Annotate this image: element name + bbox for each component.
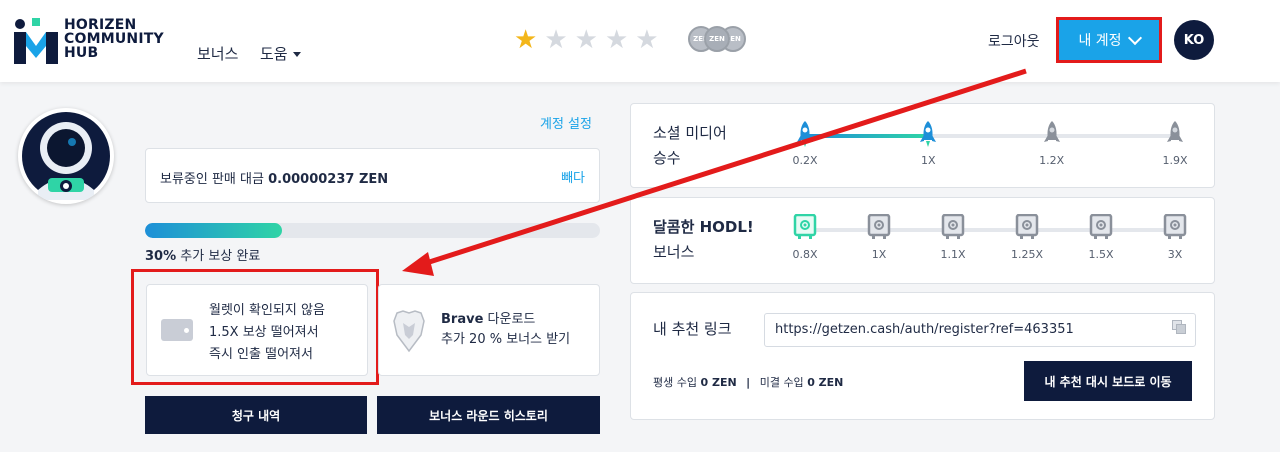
logo-wordmark: HORIZEN COMMUNITY HUB bbox=[64, 18, 164, 60]
bonus-progress-percent: 30% bbox=[145, 249, 177, 264]
hodl-level-safe-icon bbox=[1163, 213, 1187, 242]
hodl-level-safe-label: 1.25X bbox=[1010, 248, 1044, 261]
hodl-level-safe-label: 1.5X bbox=[1088, 248, 1114, 261]
referral-dashboard-button[interactable]: 내 추천 대시 보드로 이동 bbox=[1024, 361, 1192, 401]
bonus-progress-label: 추가 보상 완료 bbox=[180, 249, 261, 264]
hodl-level-safe-icon bbox=[941, 213, 965, 242]
account-settings-link[interactable]: 계정 설정 bbox=[540, 113, 592, 132]
hodl-level-safe-label: 3X bbox=[1167, 248, 1183, 261]
social-media-track-fill bbox=[805, 134, 928, 138]
star-empty-icon: ★ bbox=[604, 25, 629, 55]
lifetime-earnings-label: 평생 수입 bbox=[653, 376, 697, 389]
logo-line-2: COMMUNITY bbox=[64, 31, 164, 47]
avatar[interactable] bbox=[18, 108, 114, 204]
horizen-logo-icon bbox=[14, 18, 58, 64]
chevron-down-icon bbox=[1127, 30, 1142, 45]
social-media-track bbox=[805, 134, 1175, 138]
nav-help-label: 도움 bbox=[260, 45, 288, 63]
bonus-progress-fill bbox=[145, 223, 282, 238]
referral-link-field[interactable]: https://getzen.cash/auth/register?ref=46… bbox=[764, 313, 1196, 347]
star-empty-icon: ★ bbox=[635, 25, 659, 55]
my-account-button[interactable]: 내 계정 bbox=[1059, 20, 1159, 60]
unpaid-earnings-value: 0 ZEN bbox=[807, 376, 844, 389]
claim-history-button[interactable]: 청구 내역 bbox=[145, 396, 367, 434]
social-media-label: 소셜 미디어 승수 bbox=[653, 121, 727, 171]
brave-download-text: Brave 다운로드 추가 20 % 보너스 받기 bbox=[441, 310, 570, 350]
social-level-rocket-icon bbox=[1163, 120, 1187, 148]
social-level-rocket-icon bbox=[793, 120, 817, 148]
earnings-separator: | bbox=[746, 376, 751, 389]
social-media-multiplier-card: 소셜 미디어 승수 0.2X 1X 1.2X 1.9X bbox=[630, 103, 1215, 188]
lifetime-earnings-value: 0 ZEN bbox=[700, 376, 737, 389]
referral-earnings: 평생 수입 0 ZEN | 미결 수입 0 ZEN bbox=[653, 374, 843, 390]
social-level-rocket-icon bbox=[916, 120, 940, 148]
hodl-level-safe-label: 1.1X bbox=[940, 248, 966, 261]
brave-download-card[interactable]: Brave 다운로드 추가 20 % 보너스 받기 bbox=[378, 284, 600, 376]
social-media-label-line-1: 소셜 미디어 bbox=[653, 124, 727, 142]
bonus-progress-bar bbox=[145, 223, 600, 238]
brave-lion-icon bbox=[393, 310, 425, 353]
pending-sales-label: 보류중인 판매 대금 bbox=[160, 172, 264, 187]
hodl-level-safe-icon bbox=[867, 213, 891, 242]
unpaid-earnings-label: 미결 수입 bbox=[759, 376, 804, 389]
hodl-level-safe-icon bbox=[793, 213, 817, 242]
pending-sales-card: 보류중인 판매 대금 0.00000237 ZEN 빼다 bbox=[145, 148, 600, 203]
top-header: HORIZEN COMMUNITY HUB 보너스 도움 ★ ★ ★ ★ ★ Z… bbox=[0, 0, 1280, 82]
social-level-rocket-label: 1.9X bbox=[1162, 154, 1188, 167]
hodl-track bbox=[805, 228, 1175, 232]
social-level-rocket-label: 1.2X bbox=[1039, 154, 1065, 167]
star-empty-icon: ★ bbox=[544, 25, 568, 55]
logout-link[interactable]: 로그아웃 bbox=[988, 31, 1040, 51]
hodl-level-safe-icon bbox=[1089, 213, 1113, 242]
referral-link-label: 내 추천 링크 bbox=[653, 320, 732, 338]
social-media-label-line-2: 승수 bbox=[653, 149, 681, 167]
brave-title-bold: Brave bbox=[441, 312, 484, 327]
hodl-label: 달콤한 HODL! 보너스 bbox=[653, 215, 754, 265]
account-button-highlight: 내 계정 bbox=[1056, 17, 1162, 63]
pending-sales-amount: 0.00000237 ZEN bbox=[268, 172, 389, 187]
star-filled-icon: ★ bbox=[514, 25, 538, 55]
hodl-level-safe-label: 1X bbox=[871, 248, 887, 261]
horizen-community-hub-logo[interactable]: HORIZEN COMMUNITY HUB bbox=[14, 18, 174, 64]
hodl-level-safe-icon bbox=[1015, 213, 1039, 242]
rating-stars: ★ ★ ★ ★ ★ bbox=[514, 27, 659, 53]
star-empty-icon: ★ bbox=[574, 25, 598, 55]
my-account-label: 내 계정 bbox=[1078, 33, 1122, 49]
hodl-level-safe-label: 0.8X bbox=[792, 248, 818, 261]
nav-bonus[interactable]: 보너스 bbox=[197, 43, 238, 64]
hodl-bonus-card: 달콤한 HODL! 보너스 0.8X 1X 1.1X 1.25X 1.5X 3X bbox=[630, 197, 1215, 284]
bonus-round-history-button[interactable]: 보너스 라운드 히스토리 bbox=[377, 396, 600, 434]
social-level-rocket-icon bbox=[1040, 120, 1064, 148]
wallet-card-highlight bbox=[131, 269, 379, 385]
social-level-rocket-label: 0.2X bbox=[792, 154, 818, 167]
withdraw-link[interactable]: 빼다 bbox=[561, 167, 585, 186]
nav-help-dropdown[interactable]: 도움 bbox=[260, 43, 301, 64]
caret-down-icon bbox=[292, 52, 301, 57]
social-level-rocket-label: 1X bbox=[921, 154, 936, 167]
logo-line-1: HORIZEN bbox=[64, 17, 137, 33]
copy-icon[interactable] bbox=[1172, 320, 1186, 334]
hodl-label-line-1: 달콤한 HODL! bbox=[653, 215, 754, 240]
pending-sales-text: 보류중인 판매 대금 0.00000237 ZEN bbox=[160, 168, 388, 187]
brave-subtitle: 추가 20 % 보너스 받기 bbox=[441, 332, 571, 347]
hodl-label-line-2: 보너스 bbox=[653, 243, 695, 261]
brave-title: Brave 다운로드 bbox=[441, 310, 570, 330]
brave-title-rest: 다운로드 bbox=[483, 312, 536, 327]
zen-badges: ZEN ZEN ZEN bbox=[688, 26, 750, 52]
language-button[interactable]: KO bbox=[1174, 20, 1214, 60]
bonus-progress-text: 30% 추가 보상 완료 bbox=[145, 245, 260, 264]
astronaut-avatar-icon bbox=[22, 112, 110, 200]
logo-line-3: HUB bbox=[64, 45, 99, 61]
hodl-label-bold: 달콤한 HODL! bbox=[653, 218, 754, 236]
zen-coin-icon: ZEN bbox=[704, 26, 730, 52]
